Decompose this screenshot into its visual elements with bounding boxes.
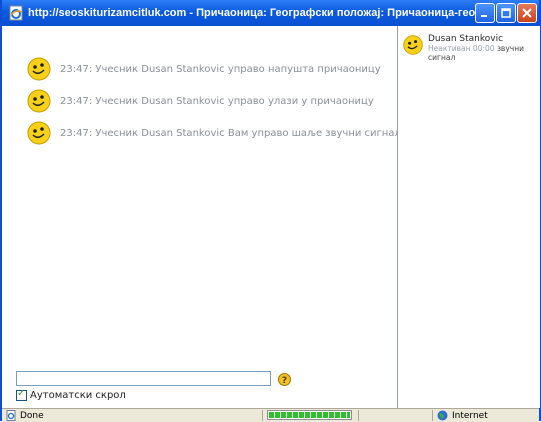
security-zone: Internet [437, 409, 488, 422]
window-title: http://seoskiturizamcitluk.com - Причаон… [28, 7, 488, 19]
chat-message: 23:47: Учесник Dusan Stankovic Вам управ… [26, 120, 405, 146]
smiley-icon [27, 57, 51, 81]
maximize-icon [501, 8, 511, 18]
user-name: Dusan Stankovic [428, 34, 504, 44]
status-divider [432, 410, 433, 421]
globe-icon [437, 410, 448, 421]
chat-message-text: 23:47: Учесник Dusan Stankovic управо на… [60, 63, 381, 75]
autoscroll-label: Аутоматски скрол [30, 390, 126, 401]
security-zone-label: Internet [452, 410, 488, 421]
maximize-button[interactable] [496, 3, 516, 23]
svg-text:?: ? [282, 376, 287, 386]
status-divider [358, 410, 359, 421]
close-icon [522, 8, 532, 18]
user-list-pane[interactable]: Dusan Stankovic Неактиван 00:00 звучни с… [397, 26, 540, 408]
ie-page-icon [9, 5, 23, 21]
chat-message-text: 23:47: Учесник Dusan Stankovic управо ул… [60, 95, 374, 107]
smiley-icon [27, 121, 51, 145]
status-bar: Done Internet [2, 408, 539, 422]
smiley-icon [403, 35, 423, 55]
chat-input[interactable] [16, 371, 271, 386]
minimize-button[interactable] [475, 3, 495, 23]
chat-message: 23:47: Учесник Dusan Stankovic управо ул… [26, 88, 374, 114]
autoscroll-option[interactable]: Аутоматски скрол [16, 388, 126, 401]
minimize-icon [481, 15, 487, 17]
status-divider [262, 410, 263, 421]
progress-fill [269, 412, 350, 418]
user-status: Неактиван 00:00 звучни сигнал [428, 44, 540, 62]
chat-message: 23:47: Учесник Dusan Stankovic управо на… [26, 56, 381, 82]
user-status-prefix: Неактиван 00:00 [428, 44, 495, 53]
title-bar[interactable]: http://seoskiturizamcitluk.com - Причаон… [2, 0, 539, 26]
help-icon[interactable]: ? [278, 373, 291, 386]
smiley-icon [27, 89, 51, 113]
close-button[interactable] [517, 3, 537, 23]
status-text-area: Done [6, 409, 44, 422]
chat-message-text: 23:47: Учесник Dusan Stankovic Вам управ… [60, 127, 405, 139]
page-done-icon [6, 410, 16, 421]
status-text: Done [20, 410, 44, 421]
progress-bar [267, 410, 352, 420]
autoscroll-checkbox[interactable] [16, 388, 27, 401]
chat-message-pane[interactable]: 23:47: Учесник Dusan Stankovic управо на… [2, 26, 405, 408]
user-list-item[interactable]: Dusan Stankovic Неактиван 00:00 звучни с… [402, 34, 540, 62]
browser-popup-window: http://seoskiturizamcitluk.com - Причаон… [0, 0, 541, 422]
